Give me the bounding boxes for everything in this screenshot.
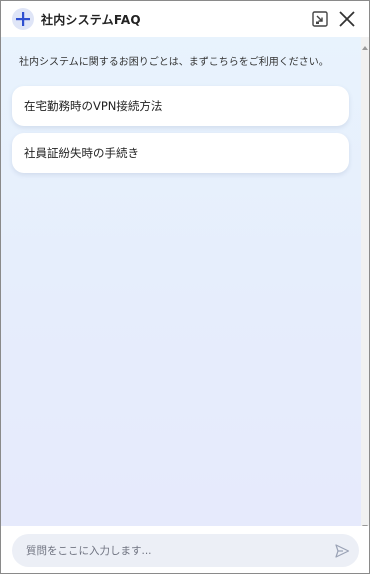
minimize-window-icon[interactable] xyxy=(310,9,330,29)
scroll-up-arrow-icon[interactable] xyxy=(361,38,369,50)
send-icon[interactable] xyxy=(334,543,350,559)
faq-chat-window: 社内システムFAQ 社内システムに関するお困りごとは、まずこちらをご利用ください… xyxy=(0,0,370,574)
question-input[interactable] xyxy=(24,534,324,567)
faq-item-vpn[interactable]: 在宅勤務時のVPN接続方法 xyxy=(12,86,349,126)
close-icon[interactable] xyxy=(337,9,357,29)
scrollbar[interactable] xyxy=(361,37,369,529)
input-footer xyxy=(1,526,369,573)
page-title: 社内システムFAQ xyxy=(41,13,141,27)
question-input-container xyxy=(12,534,359,567)
plus-icon xyxy=(12,8,34,30)
scroll-down-arrow-icon[interactable] xyxy=(361,516,369,529)
faq-item-id-card[interactable]: 社員証紛失時の手続き xyxy=(12,133,349,173)
chat-messages-area[interactable]: 社内システムに関するお困りごとは、まずこちらをご利用ください。 在宅勤務時のVP… xyxy=(1,37,361,526)
chat-header: 社内システムFAQ xyxy=(1,1,369,37)
welcome-message: 社内システムに関するお困りごとは、まずこちらをご利用ください。 xyxy=(19,57,329,68)
